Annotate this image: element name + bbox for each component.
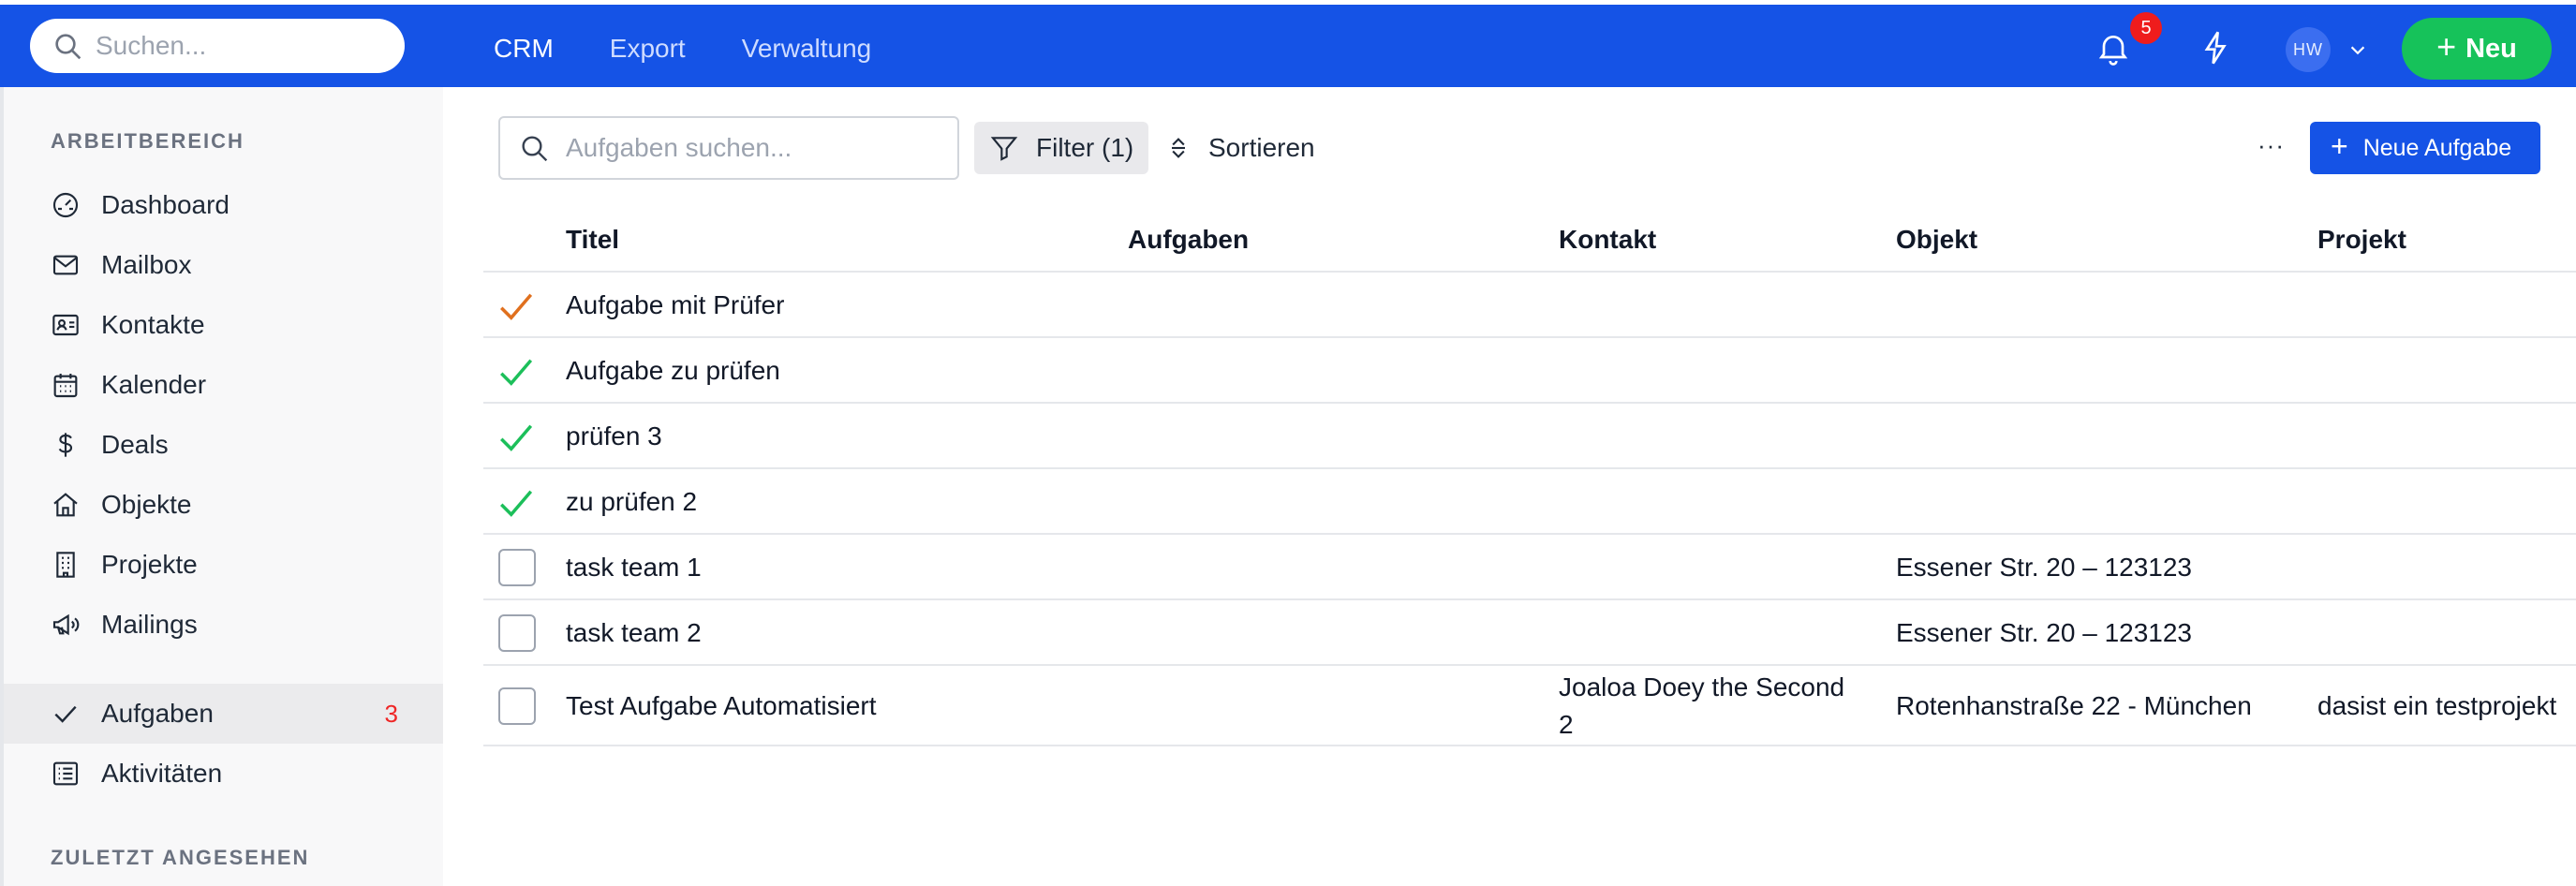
- sidebar-item-label: Aufgaben: [101, 699, 214, 728]
- sort-button[interactable]: Sortieren: [1165, 122, 1315, 174]
- task-kontakt-line2[interactable]: 2: [1559, 710, 1574, 740]
- sidebar-item-mailings[interactable]: Mailings: [4, 595, 443, 655]
- global-search-placeholder: Suchen...: [96, 31, 207, 60]
- checkmark-done-icon[interactable]: [496, 352, 536, 391]
- sidebar-item-count: 3: [384, 699, 398, 728]
- contact-card-icon: [52, 314, 79, 336]
- envelope-icon: [52, 255, 79, 275]
- chevron-down-icon[interactable]: [2347, 40, 2368, 61]
- new-button[interactable]: + Neu: [2402, 18, 2552, 80]
- new-button-label: Neu: [2465, 33, 2517, 64]
- task-checkbox[interactable]: [498, 614, 536, 652]
- sort-button-label: Sortieren: [1208, 133, 1315, 162]
- check-icon: [54, 705, 77, 723]
- sidebar-item-objekte[interactable]: Objekte: [4, 475, 443, 535]
- task-title[interactable]: task team 2: [566, 618, 702, 648]
- row-divider: [483, 745, 2576, 746]
- dollar-icon: [58, 433, 73, 457]
- calendar-icon: [53, 374, 78, 398]
- bell-icon[interactable]: [2095, 29, 2132, 66]
- task-checkbox[interactable]: [498, 687, 536, 725]
- checkmark-done-icon[interactable]: [496, 418, 536, 457]
- more-options-button[interactable]: ···: [2258, 131, 2285, 160]
- sidebar-item-label: Deals: [101, 430, 169, 459]
- sidebar-item-label: Mailbox: [101, 250, 192, 279]
- task-title[interactable]: task team 1: [566, 553, 702, 583]
- filter-button-label: Filter (1): [1036, 133, 1134, 162]
- section-title-workspace: ARBEITBEREICH: [51, 129, 244, 153]
- search-icon: [55, 34, 81, 60]
- row-divider: [483, 598, 2576, 600]
- megaphone-icon: [52, 613, 80, 636]
- sidebar-item-aufgaben[interactable]: Aufgaben 3: [4, 684, 443, 744]
- home-icon: [53, 493, 78, 517]
- gauge-icon: [52, 192, 79, 218]
- header-divider: [483, 271, 2576, 273]
- task-title[interactable]: Test Aufgabe Automatisiert: [566, 691, 877, 721]
- column-header-projekt[interactable]: Projekt: [2317, 225, 2406, 255]
- lightning-icon[interactable]: [2198, 29, 2235, 66]
- filter-button[interactable]: Filter (1): [974, 122, 1148, 174]
- column-header-kontakt[interactable]: Kontakt: [1559, 225, 1656, 255]
- sidebar-item-projekte[interactable]: Projekte: [4, 535, 443, 595]
- row-divider: [483, 402, 2576, 404]
- task-objekt[interactable]: Essener Str. 20 – 123123: [1896, 553, 2192, 583]
- new-task-button[interactable]: + Neue Aufgabe: [2310, 122, 2540, 174]
- sidebar-item-deals[interactable]: Deals: [4, 415, 443, 475]
- nav-export[interactable]: Export: [610, 34, 686, 64]
- sidebar-item-label: Kalender: [101, 370, 207, 399]
- sidebar-item-kontakte[interactable]: Kontakte: [4, 295, 443, 355]
- sidebar-item-label: Objekte: [101, 490, 192, 519]
- plus-icon: +: [2436, 27, 2457, 66]
- checkmark-done-icon[interactable]: [496, 483, 536, 523]
- building-icon: [56, 552, 75, 578]
- task-projekt[interactable]: dasist ein testprojekt: [2317, 691, 2556, 721]
- column-header-aufgaben[interactable]: Aufgaben: [1128, 225, 1249, 255]
- new-task-button-label: Neue Aufgabe: [2362, 134, 2512, 161]
- sort-icon: [1172, 138, 1185, 158]
- task-title[interactable]: zu prüfen 2: [566, 487, 697, 517]
- sidebar-item-aktivitaeten[interactable]: Aktivitäten: [4, 744, 443, 804]
- notification-badge: 5: [2130, 12, 2162, 44]
- sidebar-item-dashboard[interactable]: Dashboard: [4, 175, 443, 235]
- task-objekt[interactable]: Essener Str. 20 – 123123: [1896, 618, 2192, 648]
- row-divider: [483, 664, 2576, 666]
- nav-verwaltung[interactable]: Verwaltung: [742, 34, 872, 64]
- task-title[interactable]: Aufgabe zu prüfen: [566, 356, 780, 386]
- row-divider: [483, 467, 2576, 469]
- user-avatar[interactable]: HW: [2286, 27, 2331, 72]
- global-search-input[interactable]: Suchen...: [30, 19, 405, 73]
- row-divider: [483, 336, 2576, 338]
- task-objekt[interactable]: Rotenhanstraße 22 - München: [1896, 691, 2252, 721]
- plus-icon: +: [2331, 129, 2348, 163]
- task-title[interactable]: Aufgabe mit Prüfer: [566, 290, 784, 320]
- section-title-recent: ZULETZT ANGESEHEN: [51, 846, 310, 869]
- sidebar-item-label: Projekte: [101, 550, 198, 579]
- sidebar-item-label: Dashboard: [101, 190, 229, 219]
- row-divider: [483, 533, 2576, 535]
- task-title[interactable]: prüfen 3: [566, 421, 662, 451]
- task-search-input[interactable]: Aufgaben suchen...: [498, 116, 959, 180]
- task-search-placeholder: Aufgaben suchen...: [566, 133, 792, 162]
- search-icon: [522, 136, 548, 162]
- column-header-objekt[interactable]: Objekt: [1896, 225, 1977, 255]
- sidebar-item-kalender[interactable]: Kalender: [4, 355, 443, 415]
- top-bar: Suchen... CRM Export Verwaltung 5 HW + N…: [0, 0, 2576, 87]
- nav-crm[interactable]: CRM: [494, 34, 554, 64]
- task-kontakt-line1[interactable]: Joaloa Doey the Second: [1559, 672, 1844, 702]
- sidebar-item-label: Kontakte: [101, 310, 205, 339]
- task-checkbox[interactable]: [498, 549, 536, 586]
- sidebar-item-mailbox[interactable]: Mailbox: [4, 235, 443, 295]
- main-nav: CRM Export Verwaltung: [494, 5, 927, 92]
- checkmark-review-icon[interactable]: [496, 287, 536, 326]
- filter-icon: [990, 137, 1018, 161]
- column-header-titel[interactable]: Titel: [566, 225, 619, 255]
- sidebar-item-label: Aktivitäten: [101, 759, 223, 788]
- sidebar-item-label: Mailings: [101, 610, 198, 639]
- list-icon: [52, 761, 79, 786]
- sidebar: ARBEITBEREICH Dashboard Mailbox Kontakte…: [0, 87, 443, 886]
